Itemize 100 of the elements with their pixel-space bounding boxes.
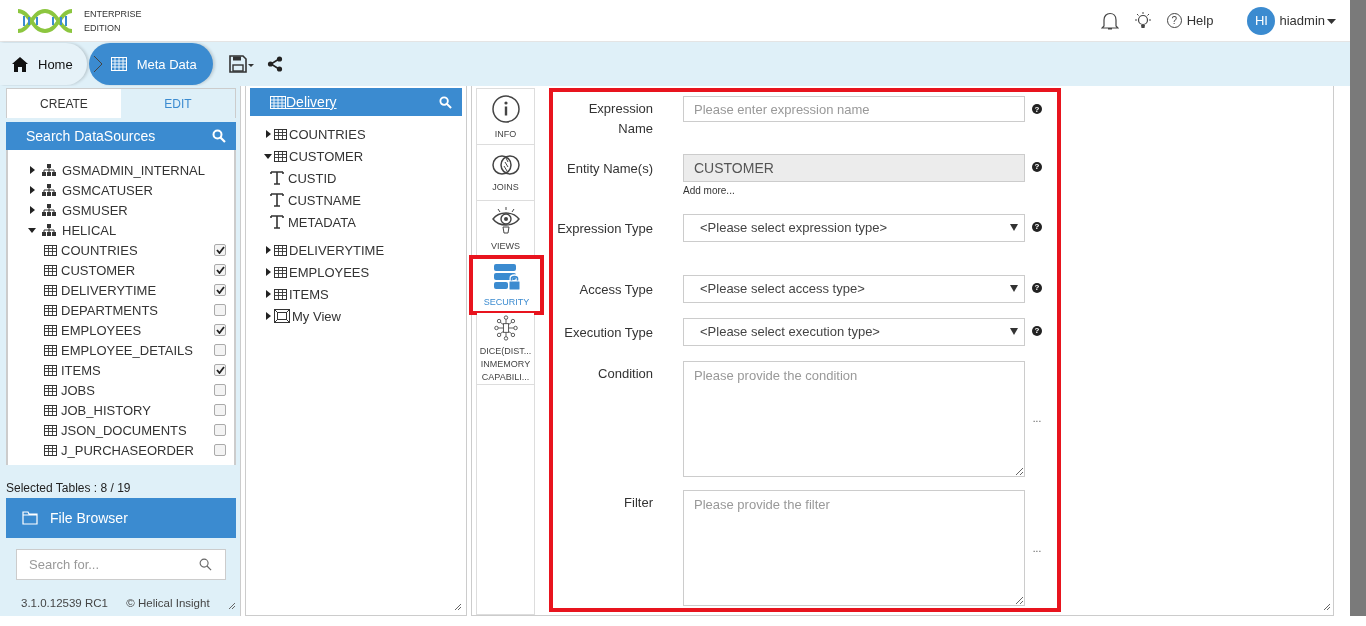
tree-item[interactable]: EMPLOYEE_DETAILS [61,342,210,358]
user-avatar[interactable]: HI [1247,6,1276,35]
search-field[interactable]: Search for... [16,549,226,580]
tree-item[interactable]: EMPLOYEES [61,322,210,338]
checkbox[interactable] [214,264,226,276]
file-browser-button[interactable]: File Browser [6,498,236,538]
logo-icon [16,7,74,34]
resize-grip-icon[interactable] [454,603,462,611]
selected-tables-count: Selected Tables : 8 / 19 [6,481,132,495]
tree-item[interactable]: CUSTOMER [61,262,210,278]
field-label: Expression Type [556,219,653,238]
search-icon[interactable] [212,129,226,143]
share-icon[interactable] [266,56,283,72]
tree-item[interactable]: GSMADMIN_INTERNAL [62,162,226,178]
table-icon [44,324,57,336]
dropdown[interactable]: <Please select access type> [683,274,1025,303]
tree-item[interactable]: DEPARTMENTS [61,302,210,318]
help-button[interactable]: ? [1032,221,1042,232]
checkbox[interactable] [214,364,226,376]
tree-item[interactable]: CUSTNAME [288,192,361,208]
save-icon[interactable] [228,55,255,73]
table-icon [44,404,57,416]
lightbulb-icon[interactable] [1132,10,1153,31]
side-tab[interactable]: DICE(DIST... INMEMORY CAPABILI... [477,313,534,385]
input-field[interactable]: Please enter expression name [683,96,1025,122]
text-area[interactable]: Please provide the condition [683,360,1025,477]
checkbox[interactable] [214,284,226,296]
expand-caret-icon[interactable] [264,312,272,320]
resize-grip-icon[interactable] [228,602,236,610]
dropdown[interactable]: <Please select expression type> [683,213,1025,242]
tree-item[interactable]: DELIVERYTIME [61,282,210,298]
search-icon[interactable] [439,95,452,109]
tab[interactable]: CREATE [7,89,121,118]
help-button[interactable]: ? Help [1166,13,1214,28]
tree-item[interactable]: JOBS [61,382,210,398]
help-button[interactable]: ? [1032,161,1042,172]
tree-item[interactable]: JOB_HISTORY [61,402,210,418]
table-icon [44,384,57,396]
tree-item[interactable]: ITEMS [61,362,210,378]
schema-icon [42,224,56,236]
metadata-title-link[interactable]: Delivery [270,94,337,110]
checkbox[interactable] [214,424,226,436]
tree-item[interactable]: ITEMS [289,286,329,302]
side-tab[interactable]: SECURITY [471,257,542,313]
field-label: Entity Name(s) [566,159,653,178]
text-area[interactable]: Please provide the filter [683,490,1025,607]
user-menu[interactable]: hiadmin [1279,13,1336,28]
more-button[interactable]: ... [1032,413,1042,425]
collapse-caret-icon[interactable] [264,152,272,160]
expand-caret-icon[interactable] [28,166,36,174]
resize-grip-icon[interactable] [1323,603,1331,611]
tree-item[interactable]: GSMCATUSER [62,182,226,198]
breadcrumb-item[interactable]: Meta Data [88,43,213,85]
scrollbar[interactable] [1350,0,1366,616]
tree-item[interactable]: My View [292,308,341,324]
text-type-icon [270,171,284,185]
copyright-text: © Helical Insight [126,597,210,609]
expand-caret-icon[interactable] [264,246,272,254]
expand-caret-icon[interactable] [28,186,36,194]
info-icon [490,94,521,124]
tree-item[interactable]: COUNTRIES [61,242,210,258]
tree-item[interactable]: HELICAL [62,222,226,238]
tree-item[interactable]: METADATA [288,214,356,230]
more-button[interactable]: ... [1032,542,1042,554]
tree-item[interactable]: EMPLOYEES [289,264,370,280]
bell-icon[interactable] [1100,10,1119,31]
checkbox[interactable] [214,444,226,456]
tree-item[interactable]: CUSTID [288,170,337,186]
field-label: Expression Name [587,100,653,138]
tree-item[interactable]: J_PURCHASEORDER [61,442,210,458]
add-more-link[interactable]: Add more... [683,184,1025,196]
checkbox[interactable] [214,304,226,316]
checkbox[interactable] [214,344,226,356]
checkbox[interactable] [214,384,226,396]
help-button[interactable]: ? [1032,325,1042,336]
search-datasources-bar[interactable]: Search DataSources [6,122,236,150]
tree-item[interactable]: DELIVERYTIME [289,242,385,258]
table-icon [274,288,287,300]
breadcrumb-item[interactable]: Home [0,43,87,85]
expand-caret-icon[interactable] [264,290,272,298]
checkbox[interactable] [214,324,226,336]
expand-caret-icon[interactable] [264,268,272,276]
collapse-caret-icon[interactable] [28,226,36,234]
tree-item[interactable]: COUNTRIES [289,126,366,142]
schema-icon [42,204,56,216]
expand-caret-icon[interactable] [264,130,272,138]
input-field[interactable]: CUSTOMER [683,153,1025,182]
checkbox[interactable] [214,404,226,416]
table-icon [274,266,287,278]
caret-icon [1010,328,1018,336]
checkbox[interactable] [214,244,226,256]
help-button[interactable]: ? [1032,104,1042,114]
dropdown[interactable]: <Please select execution type> [683,317,1025,346]
expand-caret-icon[interactable] [28,206,36,214]
tree-item[interactable]: CUSTOMER [289,148,364,164]
caret-icon [1010,285,1018,292]
tree-item[interactable]: JSON_DOCUMENTS [61,422,210,438]
tree-item[interactable]: GSMUSER [62,202,226,218]
help-button[interactable]: ? [1032,282,1042,293]
edition-label: ENTERPRISE EDITION [84,7,142,35]
